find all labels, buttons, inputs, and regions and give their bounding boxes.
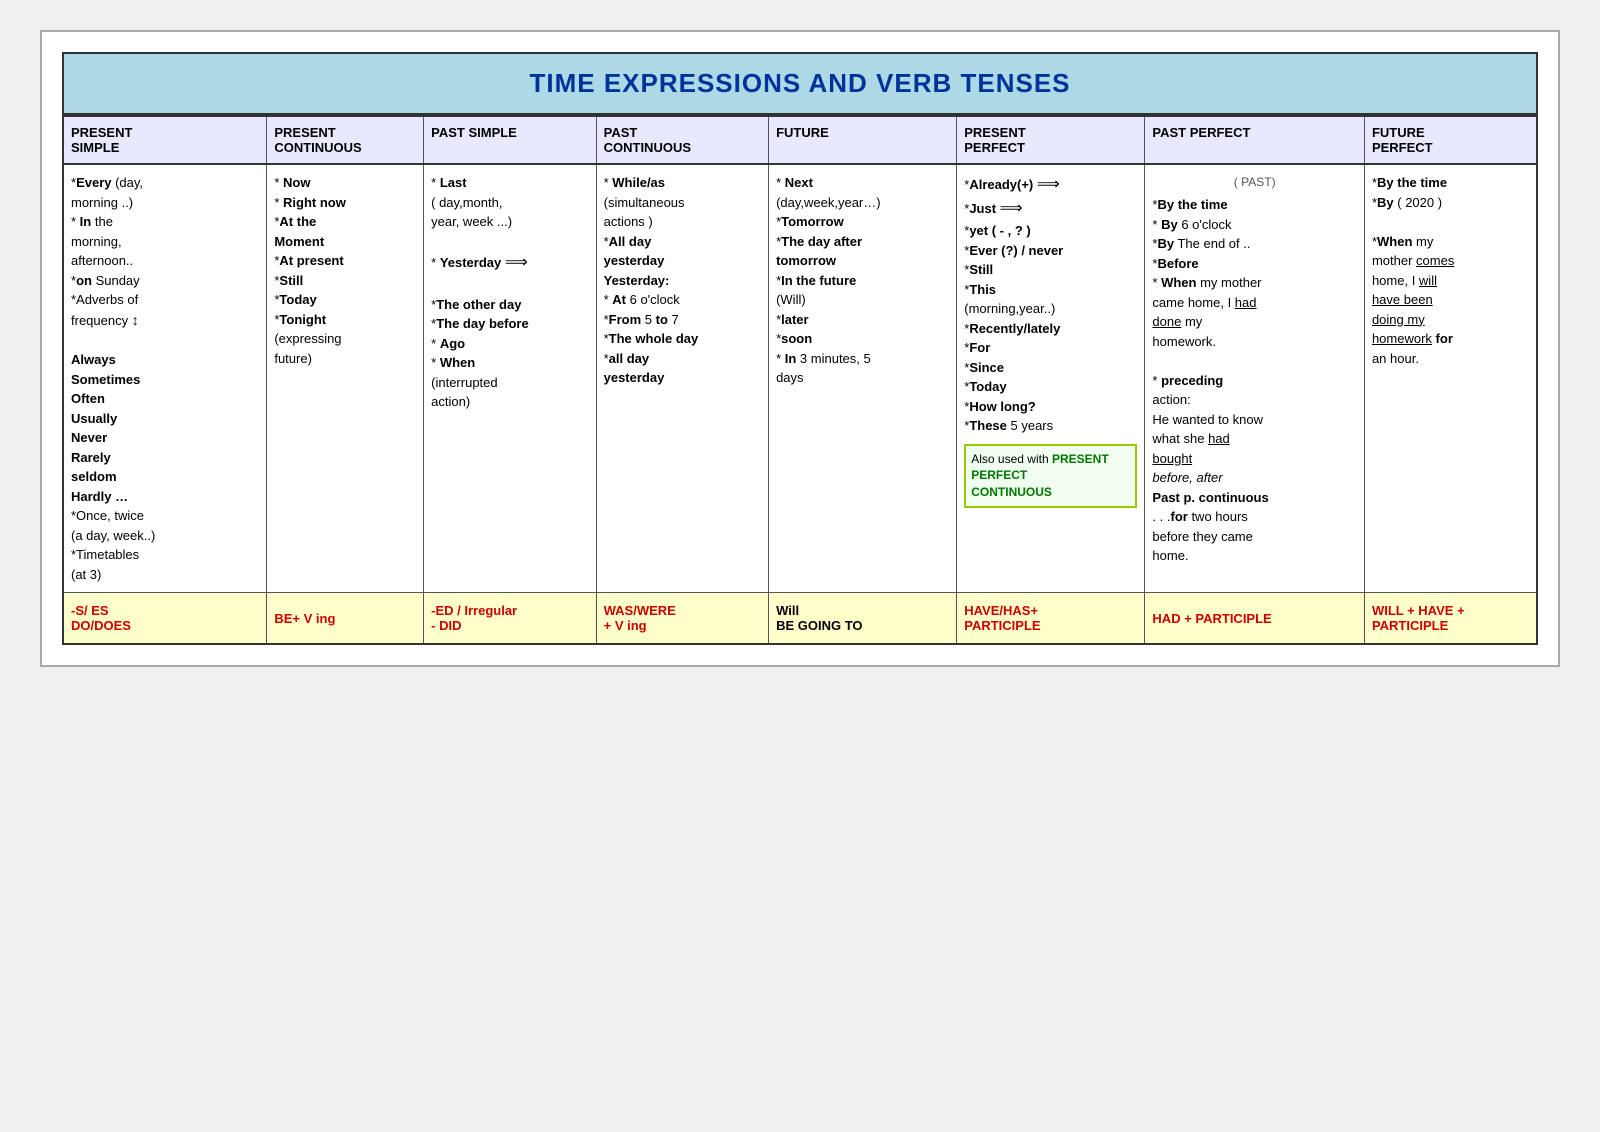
th-future-perfect: FUTUREPERFECT	[1364, 116, 1537, 164]
footer-present-continuous: BE+ V ing	[267, 593, 424, 645]
cell-future-perfect: *By the time *By ( 2020 ) *When mymother…	[1364, 164, 1537, 593]
footer-future: WillBE GOING TO	[769, 593, 957, 645]
th-present-perfect: PRESENTPERFECT	[957, 116, 1145, 164]
cell-present-continuous: * Now * Right now *At theMoment *At pres…	[267, 164, 424, 593]
footer-row: -S/ ESDO/DOES BE+ V ing -ED / Irregular-…	[63, 593, 1537, 645]
main-table: PRESENTSIMPLE PRESENTCONTINUOUS PAST SIM…	[62, 115, 1538, 645]
cell-past-perfect: ( PAST) *By the time * By 6 o'clock *By …	[1145, 164, 1365, 593]
content-row: *Every (day,morning ..) * In themorning,…	[63, 164, 1537, 593]
cell-present-perfect: *Already(+) ⟹ *Just ⟹ *yet ( - , ? ) *Ev…	[957, 164, 1145, 593]
footer-past-continuous: WAS/WERE+ V ing	[596, 593, 768, 645]
cell-future: * Next(day,week,year…) *Tomorrow *The da…	[769, 164, 957, 593]
footer-future-perfect: WILL + HAVE +PARTICIPLE	[1364, 593, 1537, 645]
also-used-box: Also used with PRESENTPERFECTCONTINUOUS	[964, 444, 1137, 508]
footer-past-perfect: HAD + PARTICIPLE	[1145, 593, 1365, 645]
footer-past-simple: -ED / Irregular- DID	[424, 593, 596, 645]
footer-present-perfect: HAVE/HAS+PARTICIPLE	[957, 593, 1145, 645]
cell-present-simple: *Every (day,morning ..) * In themorning,…	[63, 164, 267, 593]
th-present-simple: PRESENTSIMPLE	[63, 116, 267, 164]
th-present-continuous: PRESENTCONTINUOUS	[267, 116, 424, 164]
th-past-simple: PAST SIMPLE	[424, 116, 596, 164]
th-future: FUTURE	[769, 116, 957, 164]
page-container: TIME EXPRESSIONS AND VERB TENSES PRESENT…	[40, 30, 1560, 667]
page-title: TIME EXPRESSIONS AND VERB TENSES	[74, 68, 1526, 99]
header-row: PRESENTSIMPLE PRESENTCONTINUOUS PAST SIM…	[63, 116, 1537, 164]
th-past-continuous: PASTCONTINUOUS	[596, 116, 768, 164]
cell-past-simple: * Last( day,month,year, week ...) * Yest…	[424, 164, 596, 593]
footer-present-simple: -S/ ESDO/DOES	[63, 593, 267, 645]
th-past-perfect: PAST PERFECT	[1145, 116, 1365, 164]
title-bar: TIME EXPRESSIONS AND VERB TENSES	[62, 52, 1538, 115]
cell-past-continuous: * While/as(simultaneousactions ) *All da…	[596, 164, 768, 593]
